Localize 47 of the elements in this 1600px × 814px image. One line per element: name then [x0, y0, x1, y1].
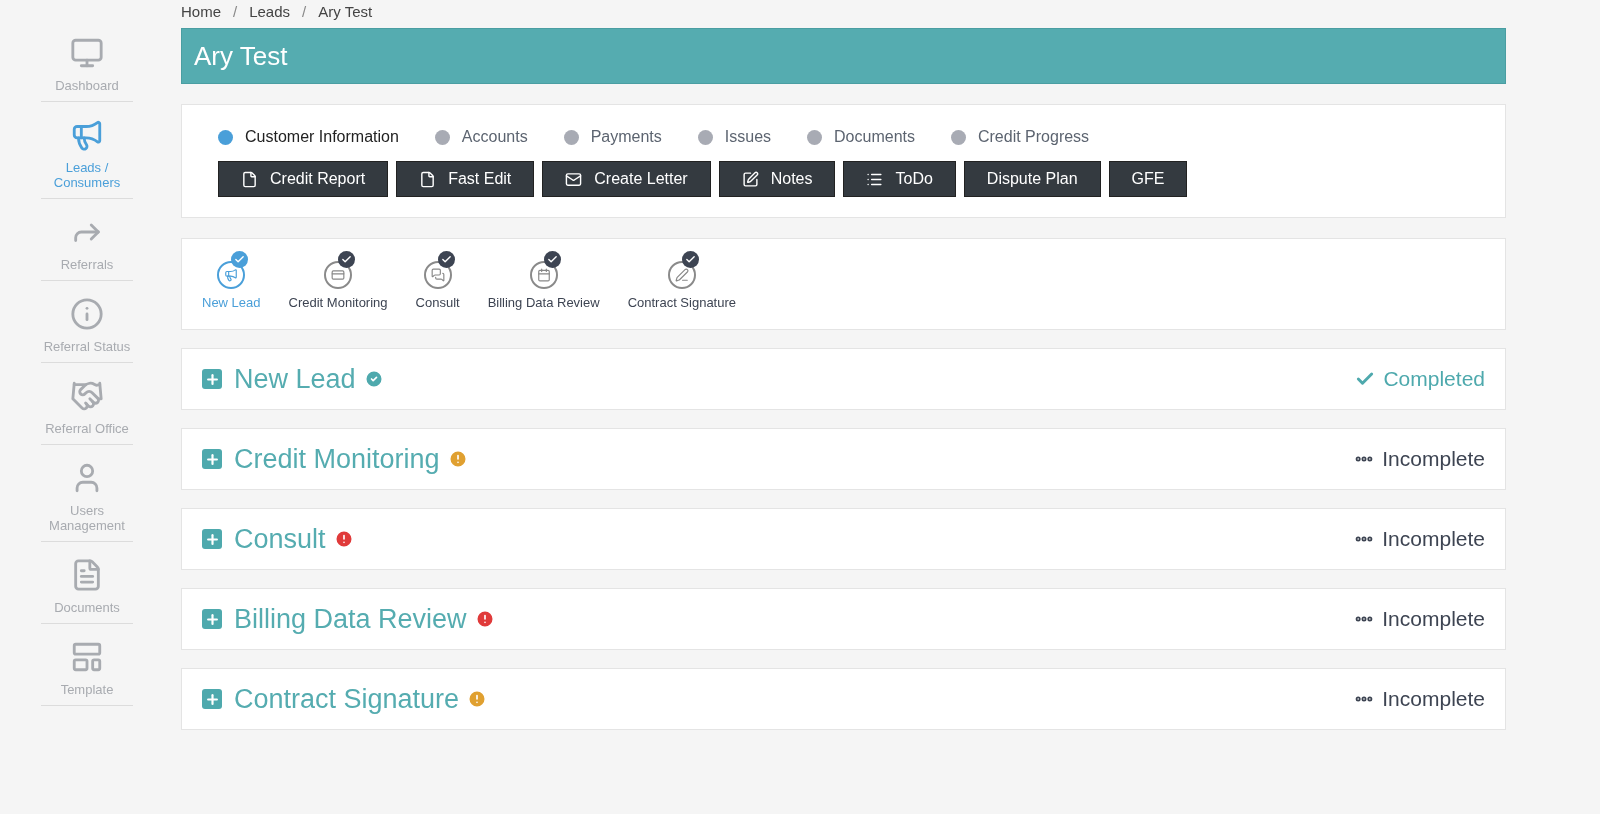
step-label: Billing Data Review	[487, 294, 600, 312]
page-title: Ary Test	[181, 28, 1506, 84]
expand-icon[interactable]	[202, 449, 222, 469]
expand-icon[interactable]	[202, 609, 222, 629]
action-button[interactable]: Dispute Plan	[963, 161, 1101, 197]
edit-icon	[741, 170, 759, 188]
template-icon	[70, 640, 104, 674]
breadcrumb-link[interactable]: Ary Test	[318, 0, 373, 24]
action-button[interactable]: Fast Edit	[396, 161, 535, 197]
breadcrumb-link[interactable]: Leads	[249, 0, 291, 24]
step-icon[interactable]	[529, 251, 561, 289]
document-icon	[419, 170, 437, 188]
nav-tab[interactable]: Payments	[563, 125, 662, 149]
expand-icon[interactable]	[202, 369, 222, 389]
megaphone-icon	[70, 118, 104, 152]
step-icon[interactable]	[423, 251, 455, 289]
step-label: Contract Signature	[627, 294, 737, 312]
status-label: Incomplete	[1382, 606, 1485, 633]
step-icon[interactable]	[667, 251, 699, 289]
nav-tab[interactable]: Issues	[697, 125, 772, 149]
action-button[interactable]: GFE	[1108, 161, 1188, 197]
handshake-icon	[70, 379, 104, 413]
step-icon[interactable]	[324, 251, 356, 289]
breadcrumb-separator: /	[302, 1, 307, 22]
status-label: Completed	[1383, 366, 1485, 393]
step-label: New Lead	[202, 294, 261, 312]
nav-tab[interactable]: Documents	[807, 125, 915, 149]
breadcrumb-separator: /	[233, 1, 238, 22]
envelope-icon	[565, 170, 583, 188]
status-label: Incomplete	[1382, 526, 1485, 553]
breadcrumb-link[interactable]: Home	[181, 0, 221, 24]
status-label: Incomplete	[1382, 686, 1485, 713]
status-label: Incomplete	[1382, 446, 1485, 473]
expand-icon[interactable]	[202, 689, 222, 709]
nav-tab[interactable]: Customer Information	[218, 125, 399, 149]
step-label: Credit Monitoring	[288, 294, 388, 312]
info-icon	[70, 297, 104, 331]
step-label: Consult	[415, 294, 460, 312]
monitor-icon	[70, 36, 104, 70]
action-button[interactable]: Notes	[718, 161, 836, 197]
nav-tab[interactable]: Accounts	[434, 125, 528, 149]
action-button[interactable]: Credit Report	[218, 161, 389, 197]
document-icon	[241, 170, 258, 188]
action-button[interactable]: ToDo	[843, 161, 956, 197]
expand-icon[interactable]	[202, 529, 222, 549]
nav-tab[interactable]: Credit Progress	[950, 125, 1090, 149]
action-button[interactable]: Create Letter	[542, 161, 711, 197]
